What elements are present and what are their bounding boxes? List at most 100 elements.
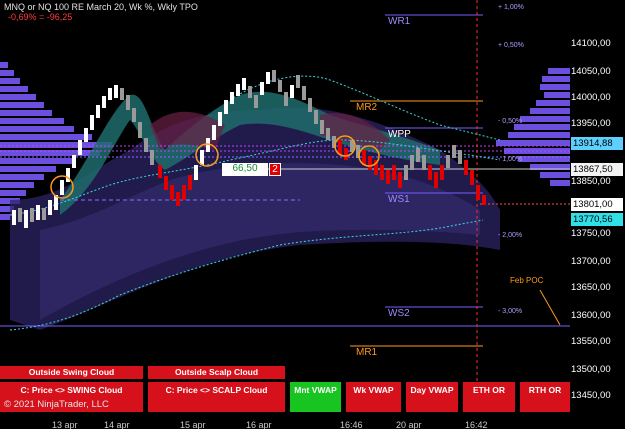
time-axis-label: 16 apr — [246, 420, 272, 429]
price-bar — [296, 75, 300, 88]
price-axis-label: 14000,00 — [571, 92, 611, 103]
price-bar — [24, 210, 28, 228]
outside-scalp-cloud-button[interactable]: Outside Scalp Cloud — [148, 366, 285, 379]
price-axis-label: 13650,00 — [571, 282, 611, 293]
price-bar — [392, 165, 396, 180]
price-axis-label: 13450,00 — [571, 390, 611, 401]
price-bar — [90, 115, 94, 130]
price-bar — [78, 140, 82, 155]
price-bar — [114, 85, 118, 98]
price-bar — [386, 170, 390, 184]
price-bar — [398, 172, 402, 188]
price-bar — [272, 70, 276, 82]
price-bar — [120, 88, 124, 100]
pct-label: + 1,00% — [498, 4, 524, 11]
price-axis-label: 13550,00 — [571, 336, 611, 347]
price-bar — [170, 185, 174, 200]
chart-title: MNQ or NQ 100 RE March 20, Wk %, Wkly TP… — [4, 2, 198, 12]
pct-label: + 0,50% — [498, 42, 524, 49]
mnt-vwap-button[interactable]: Mnt VWAP — [290, 382, 341, 412]
price-bar — [410, 155, 414, 170]
time-axis-label: 20 apr — [396, 420, 422, 429]
price-bar — [326, 128, 330, 140]
price-axis-label: 13500,00 — [571, 364, 611, 375]
level-label-ws2: WS2 — [388, 308, 410, 319]
level-label-wpp: WPP — [388, 129, 411, 140]
price-axis-label: 13950,00 — [571, 118, 611, 129]
price-bar — [48, 200, 52, 215]
price-bar — [200, 150, 204, 165]
price-bar — [18, 208, 22, 222]
price-bar — [464, 160, 468, 175]
price-bar — [194, 165, 198, 180]
price-bar — [260, 82, 264, 95]
time-axis-label: 14 apr — [104, 420, 130, 429]
price-bar — [224, 100, 228, 114]
price-bar — [182, 185, 186, 200]
price-bar — [30, 208, 34, 222]
price-change: -0,69% = -96,25 — [8, 12, 73, 22]
time-axis-label: 13 apr — [52, 420, 78, 429]
price-axis-label: 13750,00 — [571, 228, 611, 239]
price-bar — [308, 98, 312, 112]
level-label-mr2: MR2 — [356, 102, 378, 113]
price-axis-label: 13850,00 — [571, 176, 611, 187]
level-label-ws1: WS1 — [388, 194, 410, 205]
pct-label: - 1,00% — [498, 156, 523, 163]
price-bar — [302, 86, 306, 100]
time-axis-label: 15 apr — [180, 420, 206, 429]
price-bar — [126, 95, 130, 110]
price-bar — [176, 192, 180, 206]
price-axis-label: 14100,00 — [571, 38, 611, 49]
price-axis-label: 14050,00 — [571, 66, 611, 77]
price-bar — [158, 165, 162, 178]
price-tag-monthly-vwap: 13770,56 — [571, 213, 623, 226]
eth-or-button[interactable]: ETH OR — [463, 382, 515, 412]
feb-poc-arrow — [539, 289, 561, 326]
price-bar — [12, 210, 16, 225]
price-bar — [368, 156, 372, 170]
price-bar — [380, 165, 384, 180]
wk-vwap-button[interactable]: Wk VWAP — [346, 382, 401, 412]
price-bar — [416, 148, 420, 162]
time-axis-label: 16:42 — [465, 420, 488, 429]
time-axis-label: 16:46 — [340, 420, 363, 429]
price-bar — [248, 86, 252, 98]
level-label-feb-poc: Feb POC — [510, 276, 544, 285]
price-chart[interactable] — [0, 0, 625, 429]
price-bar — [458, 150, 462, 164]
pct-label: - 2,00% — [498, 232, 523, 239]
price-bar — [236, 84, 240, 96]
pct-label: - 3,00% — [498, 308, 523, 315]
price-bar — [188, 175, 192, 190]
price-bar — [150, 150, 154, 165]
day-vwap-button[interactable]: Day VWAP — [406, 382, 458, 412]
scalp-cloud-button[interactable]: C: Price <> SCALP Cloud — [148, 382, 285, 412]
price-bar — [138, 122, 142, 138]
price-bar — [290, 85, 294, 98]
price-bar — [254, 95, 258, 108]
outside-swing-cloud-button[interactable]: Outside Swing Cloud — [0, 366, 143, 379]
rth-or-button[interactable]: RTH OR — [520, 382, 570, 412]
price-bar — [284, 92, 288, 106]
level-label-mr1: MR1 — [356, 347, 378, 358]
level-label-wr1: WR1 — [388, 16, 411, 27]
price-box-count: 2 — [269, 163, 281, 176]
price-bar — [84, 128, 88, 142]
chart-window: MNQ or NQ 100 RE March 20, Wk %, Wkly TP… — [0, 0, 625, 429]
price-bar — [242, 78, 246, 90]
pct-label: - 0,50% — [498, 118, 523, 125]
price-bar — [36, 205, 40, 220]
price-bar — [108, 88, 112, 100]
price-tag-level: 13867,50 — [571, 163, 623, 176]
price-bar — [164, 176, 168, 190]
price-bar — [266, 72, 270, 84]
price-bar — [470, 170, 474, 185]
price-bar — [212, 125, 216, 140]
price-tag-weekly-vwap: 13914,88 — [571, 137, 623, 150]
price-bar — [72, 155, 76, 168]
price-bar — [452, 145, 456, 158]
price-bar — [60, 180, 64, 195]
price-bar — [132, 108, 136, 122]
volume-profile-right — [496, 68, 570, 186]
